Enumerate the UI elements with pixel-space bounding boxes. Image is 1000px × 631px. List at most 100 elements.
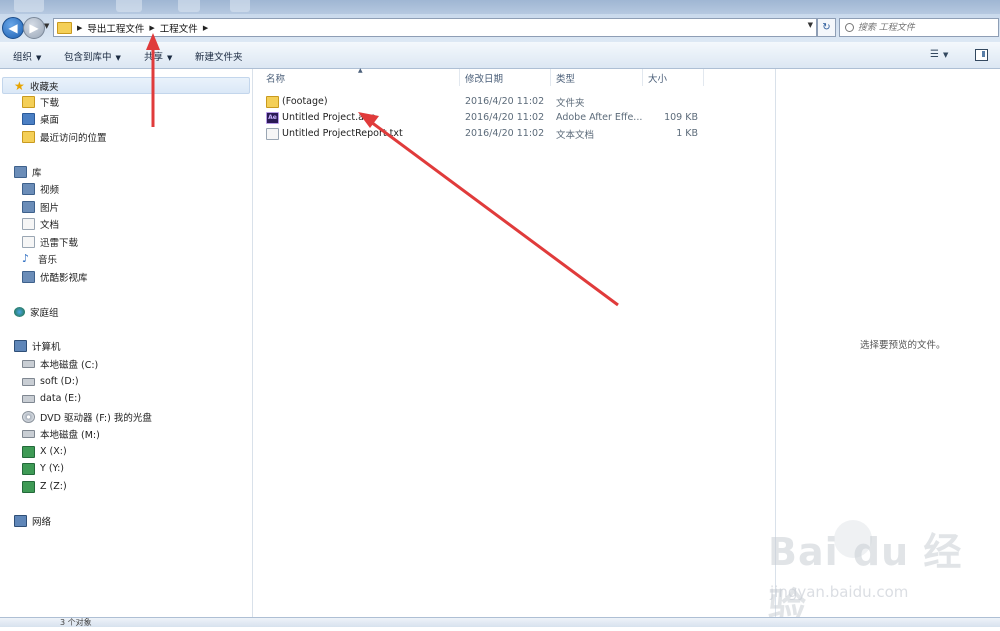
- nav-item-xunlei-downloads[interactable]: 迅雷下载: [22, 234, 78, 249]
- nav-item-music[interactable]: ♪ 音乐: [22, 251, 57, 266]
- nav-favorites[interactable]: ★ 收藏夹: [2, 77, 250, 94]
- address-history-dropdown[interactable]: ▼: [808, 21, 813, 29]
- youku-library-icon: [22, 270, 35, 283]
- nav-homegroup[interactable]: 家庭组: [14, 304, 59, 319]
- nav-item-label: Y (Y:): [40, 463, 64, 474]
- new-folder-button[interactable]: 新建文件夹: [195, 49, 243, 63]
- title-strip-blur: [116, 0, 142, 12]
- title-strip-blur: [178, 0, 200, 12]
- nav-computer[interactable]: 计算机: [14, 338, 61, 353]
- nav-item-drive-d[interactable]: soft (D:): [22, 374, 79, 389]
- network-drive-icon: [22, 445, 35, 458]
- file-row[interactable]: Ae Untitled Project.aep 2016/4/20 11:02 …: [266, 110, 706, 125]
- nav-libraries-label: 库: [32, 167, 42, 179]
- forward-arrow-icon[interactable]: ▶: [23, 17, 45, 39]
- chevron-down-icon: ▼: [942, 51, 949, 59]
- file-type: Adobe After Effe...: [556, 112, 643, 123]
- nav-item-label: Z (Z:): [40, 481, 67, 492]
- nav-item-downloads[interactable]: 下载: [22, 94, 59, 109]
- nav-item-documents[interactable]: 文档: [22, 216, 59, 231]
- text-file-icon: [266, 127, 279, 140]
- column-header-date[interactable]: 修改日期: [460, 69, 551, 86]
- desktop-icon: [22, 112, 35, 125]
- nav-item-drive-z[interactable]: Z (Z:): [22, 479, 67, 494]
- system-drive-icon: [22, 359, 35, 368]
- nav-item-label: 桌面: [40, 114, 60, 126]
- nav-item-videos[interactable]: 视频: [22, 181, 59, 196]
- organize-button[interactable]: 组织 ▼: [13, 49, 41, 63]
- hard-drive-icon: [22, 394, 35, 403]
- pictures-library-icon: [22, 200, 35, 213]
- nav-item-label: 下载: [40, 97, 60, 109]
- column-header-label: 名称: [266, 73, 286, 85]
- watermark-url: jingyan.baidu.com: [770, 583, 909, 601]
- recent-pages-dropdown[interactable]: ▼: [44, 22, 49, 30]
- breadcrumb-separator-icon[interactable]: ▶: [203, 24, 208, 32]
- downloads-library-icon: [22, 235, 35, 248]
- title-strip-blur: [14, 0, 44, 12]
- watermark-logo: Bai du 经验: [768, 530, 963, 629]
- network-icon: [14, 514, 27, 527]
- preview-empty-message: 选择要预览的文件。: [860, 340, 946, 351]
- nav-item-label: 视频: [40, 184, 60, 196]
- breadcrumb-separator-icon[interactable]: ▶: [149, 24, 154, 32]
- after-effects-file-icon: Ae: [266, 111, 279, 124]
- refresh-icon[interactable]: ↻: [817, 18, 836, 37]
- nav-item-recent-places[interactable]: 最近访问的位置: [22, 129, 107, 144]
- nav-item-drive-m[interactable]: 本地磁盘 (M:): [22, 426, 100, 441]
- nav-libraries[interactable]: 库: [14, 164, 42, 179]
- music-note-icon: ♪: [22, 251, 30, 265]
- address-bar[interactable]: ▶ 导出工程文件 ▶ 工程文件 ▶ ▼: [53, 18, 817, 37]
- folder-icon: [57, 21, 72, 34]
- file-row[interactable]: (Footage) 2016/4/20 11:02 文件夹: [266, 94, 706, 109]
- hard-drive-icon: [22, 429, 35, 438]
- nav-item-youku-library[interactable]: 优酷影视库: [22, 269, 88, 284]
- breadcrumb-item[interactable]: 工程文件: [160, 21, 198, 35]
- search-input[interactable]: [855, 21, 998, 34]
- column-header-name[interactable]: 名称 ▲: [253, 67, 460, 86]
- preview-pane-toggle-icon[interactable]: [975, 49, 988, 61]
- file-name: Untitled Project.aep: [282, 112, 376, 123]
- sort-ascending-icon: ▲: [358, 67, 363, 74]
- address-row: ◀ ▶ ▼ ▶ 导出工程文件 ▶ 工程文件 ▶ ▼ ↻: [0, 14, 1000, 42]
- nav-network[interactable]: 网络: [14, 513, 51, 528]
- nav-item-pictures[interactable]: 图片: [22, 199, 59, 214]
- navigation-pane: ★ 收藏夹 下载 桌面 最近访问的位置 库 视频 图片 文档 迅雷下载 ♪ 音乐…: [0, 69, 253, 617]
- folder-icon: [266, 95, 279, 108]
- nav-item-desktop[interactable]: 桌面: [22, 111, 59, 126]
- column-header-size[interactable]: 大小: [643, 69, 704, 86]
- file-type: 文件夹: [556, 97, 585, 109]
- column-header-type[interactable]: 类型: [551, 69, 643, 86]
- search-icon[interactable]: [845, 23, 854, 32]
- chevron-down-icon: ▼: [115, 54, 121, 62]
- nav-item-drive-y[interactable]: Y (Y:): [22, 461, 64, 476]
- breadcrumb-item[interactable]: 导出工程文件: [87, 21, 144, 35]
- nav-homegroup-label: 家庭组: [30, 307, 59, 319]
- recent-places-icon: [22, 130, 35, 143]
- nav-item-label: 本地磁盘 (M:): [40, 429, 100, 441]
- file-name: (Footage): [282, 96, 328, 107]
- nav-item-drive-x[interactable]: X (X:): [22, 444, 67, 459]
- nav-item-label: soft (D:): [40, 376, 79, 387]
- network-drive-icon: [22, 480, 35, 493]
- video-library-icon: [22, 182, 35, 195]
- file-row[interactable]: Untitled ProjectReport.txt 2016/4/20 11:…: [266, 126, 706, 141]
- hard-drive-icon: [22, 377, 35, 386]
- nav-item-label: 音乐: [38, 254, 58, 266]
- nav-item-drive-f[interactable]: DVD 驱动器 (F:) 我的光盘: [22, 409, 152, 424]
- change-view-button[interactable]: ☰ ▼: [930, 49, 948, 60]
- nav-item-label: 文档: [40, 219, 60, 231]
- command-toolbar: 组织 ▼ 包含到库中 ▼ 共享 ▼ 新建文件夹 ☰ ▼: [0, 42, 1000, 69]
- breadcrumb-separator-icon[interactable]: ▶: [77, 24, 82, 32]
- nav-item-label: 本地磁盘 (C:): [40, 359, 99, 371]
- star-icon: ★: [14, 78, 25, 93]
- back-arrow-icon[interactable]: ◀: [2, 17, 24, 39]
- downloads-folder-icon: [22, 95, 35, 108]
- share-button[interactable]: 共享 ▼: [144, 49, 172, 63]
- nav-item-drive-e[interactable]: data (E:): [22, 391, 81, 406]
- search-box[interactable]: [839, 18, 999, 37]
- nav-item-label: 图片: [40, 202, 60, 214]
- chevron-down-icon: ▼: [36, 54, 42, 62]
- include-in-library-button[interactable]: 包含到库中 ▼: [64, 49, 121, 63]
- nav-item-drive-c[interactable]: 本地磁盘 (C:): [22, 356, 98, 371]
